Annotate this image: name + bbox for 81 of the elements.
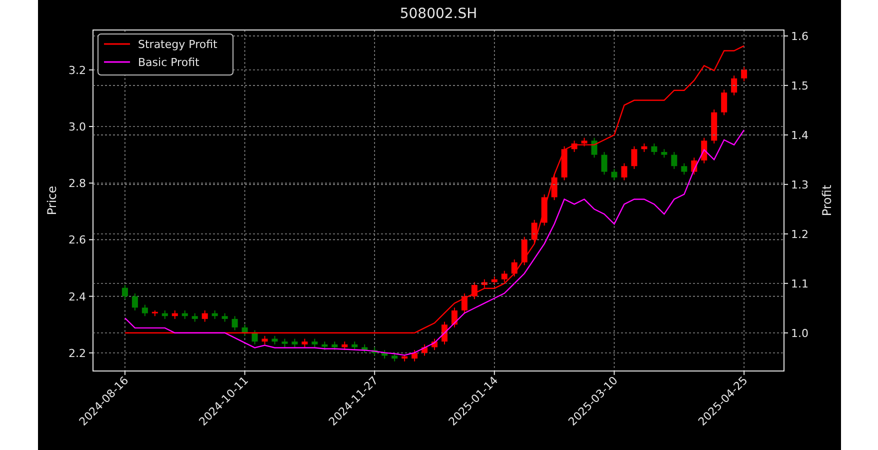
chart-title: 508002.SH [399, 6, 477, 22]
candlestick [431, 338, 437, 351]
y-tick-label: 3.0 [68, 120, 86, 134]
candlestick [510, 259, 517, 277]
candlestick [630, 146, 637, 170]
candlestick [381, 350, 388, 360]
candlestick [181, 310, 188, 320]
candlestick [610, 168, 617, 181]
candlestick [401, 355, 408, 362]
candlestick [520, 236, 527, 266]
legend-label: Strategy Profit [138, 38, 217, 51]
candlestick [221, 312, 228, 322]
y-tick-label: 2.4 [68, 290, 86, 304]
y-tick-label: 1.4 [790, 128, 808, 142]
y-axis-label: Price [44, 186, 58, 216]
y-axis-label: Profit [820, 184, 834, 216]
y-tick-label: 1.5 [790, 79, 808, 92]
candlestick [391, 352, 398, 362]
candlestick [201, 310, 208, 322]
candlestick [540, 194, 547, 226]
candlestick [670, 151, 677, 170]
candlestick [421, 344, 428, 356]
candlestick [690, 157, 697, 176]
candlestick [241, 324, 248, 336]
candlestick [211, 310, 218, 320]
candlestick [700, 137, 707, 164]
candlestick [281, 338, 288, 348]
candlestick [590, 137, 597, 158]
candlestick [311, 338, 318, 348]
candlestick [151, 310, 158, 317]
y-tick-label: 2.2 [68, 346, 86, 360]
candlestick [411, 350, 418, 362]
candlestick [141, 304, 148, 317]
legend-label: Basic Profit [138, 56, 199, 69]
candlestick [640, 142, 647, 152]
candlestick [271, 335, 278, 345]
candlestick [191, 312, 198, 322]
candlestick [331, 341, 338, 351]
candlestick [251, 330, 258, 345]
y-tick-label: 1.3 [790, 178, 808, 192]
candlestick [291, 338, 298, 348]
y-tick-label: 2.8 [68, 177, 86, 190]
candlestick [341, 341, 348, 351]
candlestick [560, 146, 567, 181]
candlestick [550, 174, 557, 201]
candlestick [530, 219, 537, 244]
y-tick-label: 1.0 [790, 326, 808, 340]
candlestick [441, 321, 447, 345]
y-tick-label: 1.6 [790, 30, 808, 43]
candlestick [261, 335, 268, 345]
candlestick [650, 142, 657, 156]
candlestick [131, 292, 138, 311]
candlestick [301, 338, 308, 348]
candlestick [680, 162, 687, 176]
candlestick [570, 140, 577, 152]
candlestick [460, 292, 467, 314]
candlestick [361, 344, 368, 354]
y-tick-label: 1.2 [790, 228, 808, 241]
candlestick [740, 66, 747, 82]
candlestick [231, 316, 238, 331]
candlestick [500, 270, 507, 283]
candlestick [490, 276, 497, 286]
candlestick [470, 282, 477, 300]
candlestick [351, 341, 358, 351]
candlestick [620, 162, 627, 181]
candlestick [450, 307, 457, 328]
candlestick [121, 284, 128, 300]
candlestick [321, 341, 328, 351]
y-tick-label: 1.1 [790, 277, 808, 290]
candlestick [161, 310, 168, 320]
candlestick [730, 75, 737, 96]
candlestick [660, 148, 667, 158]
candlestick [600, 151, 607, 176]
candlestick [580, 137, 587, 147]
candlestick [371, 346, 378, 356]
candlestick [171, 310, 178, 320]
candlestick [720, 89, 727, 116]
candlestick [710, 109, 717, 144]
candlestick [480, 278, 487, 288]
y-tick-label: 2.6 [68, 234, 86, 247]
y-tick-label: 3.2 [68, 64, 86, 77]
